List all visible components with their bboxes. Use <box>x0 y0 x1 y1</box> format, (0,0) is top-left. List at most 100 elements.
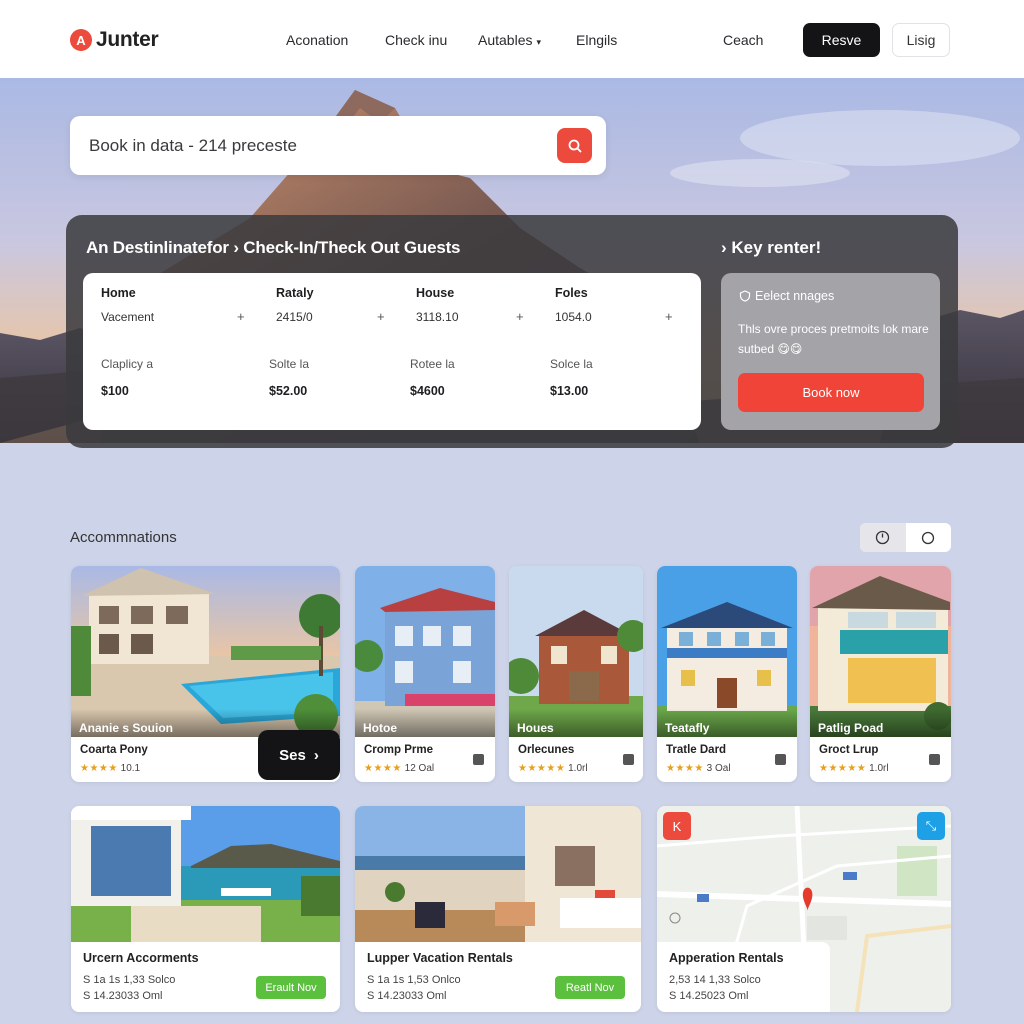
rental-meta-line1: S 1a 1s 1,53 Onlco <box>367 974 461 986</box>
column-price: $100 <box>101 384 129 398</box>
favorite-icon[interactable] <box>775 754 786 765</box>
price-column-rataly[interactable]: Rataly 2415/0 + Solte la $52.00 <box>269 273 411 430</box>
column-label: Solte la <box>269 357 310 371</box>
card-rating-value: 3 Oal <box>706 763 731 774</box>
card-rating-value: 12 Oal <box>404 763 435 774</box>
nav-link-elngils[interactable]: Elngils <box>576 32 617 48</box>
expand-map-icon[interactable]: ⤡ <box>917 812 945 840</box>
brand-name: Junter <box>96 28 159 51</box>
card-overlay-label: Ananie s Souion <box>79 721 174 735</box>
accommodation-card[interactable]: Houes Orlecunes ★★★★★ 1.0rl <box>509 566 643 782</box>
column-head: House <box>416 286 455 300</box>
card-overlay-label: Houes <box>517 721 554 735</box>
price-column-house[interactable]: House 3118.10 + Rotee la $4600 <box>410 273 550 430</box>
rental-meta-line2: S 14.25023 Oml <box>669 990 749 1002</box>
select-images-label: Eelect nnages <box>755 289 835 303</box>
view-toggle[interactable] <box>860 523 951 552</box>
collapse-map-icon[interactable]: K <box>663 812 691 840</box>
card-overlay-label: Patlig Poad <box>818 721 884 735</box>
shield-icon <box>739 290 751 302</box>
key-renter-card: Eelect nnages Thls ovre proces pretmoits… <box>721 273 940 430</box>
column-price: $52.00 <box>269 384 308 398</box>
column-sub: 3118.10 <box>416 310 459 324</box>
plus-icon[interactable]: + <box>516 309 524 324</box>
card-overlay-label: Hotoe <box>363 721 397 735</box>
see-button[interactable]: Ses › <box>258 730 340 780</box>
card-rating: ★★★★★ 1.0rl <box>518 763 588 774</box>
search-bar[interactable]: Book in data - 214 preceste <box>70 116 606 175</box>
book-now-button[interactable]: Book now <box>738 373 924 412</box>
nav-link-autables-label: Autables <box>478 32 533 48</box>
select-images-option[interactable]: Eelect nnages <box>739 289 834 303</box>
key-renter-description: Thls ovre proces pretmoits lok mare sutb… <box>738 322 929 356</box>
rental-meta-line2: S 14.23033 Oml <box>83 990 163 1002</box>
nav-link-check-inu[interactable]: Check inu <box>385 32 447 48</box>
card-rating: ★★★★ 3 Oal <box>666 763 731 774</box>
star-rating-icon: ★★★★ <box>666 763 704 774</box>
star-rating-icon: ★★★★★ <box>819 763 867 774</box>
bedroom-terrace-photo <box>355 806 641 942</box>
accommodation-card[interactable]: Hotoe Cromp Prme ★★★★ 12 Oal <box>355 566 495 782</box>
booking-panel: An Destinlinatefor › Check-In/Theck Out … <box>66 215 958 448</box>
card-title: Coarta Pony <box>80 744 148 756</box>
accommodation-card[interactable]: Teatafly Tratle Dard ★★★★ 3 Oal <box>657 566 797 782</box>
clock-icon <box>876 530 890 545</box>
nav-link-ceach[interactable]: Ceach <box>723 32 763 48</box>
star-rating-icon: ★★★★ <box>364 763 402 774</box>
favorite-icon[interactable] <box>623 754 634 765</box>
rental-meta-line1: 2,53 14 1,33 Solco <box>669 974 761 986</box>
price-column-home[interactable]: Home Vacement + Claplicy a $100 <box>101 273 245 430</box>
card-title: Orlecunes <box>518 744 575 756</box>
star-rating-icon: ★★★★ <box>80 763 118 774</box>
map-card[interactable]: K ⤡ Apperation Rentals 2,53 14 1,33 Solc… <box>657 806 951 1012</box>
ocean-villa-photo <box>71 806 340 942</box>
rental-card[interactable]: Urcern Accorments S 1a 1s 1,33 Solco S 1… <box>71 806 340 1012</box>
star-rating-icon: ★★★★★ <box>518 763 566 774</box>
clock-view-toggle[interactable] <box>860 523 906 552</box>
rental-meta-line2: S 14.23033 Oml <box>367 990 447 1002</box>
column-sub: 2415/0 <box>276 310 313 324</box>
search-input[interactable]: Book in data - 214 preceste <box>89 136 297 156</box>
column-sub: 1054.0 <box>555 310 592 324</box>
card-rating-value: 1.0rl <box>869 763 889 774</box>
rental-title: Lupper Vacation Rentals <box>367 951 513 965</box>
column-label: Claplicy a <box>101 357 154 371</box>
section-title: Accommnations <box>70 529 177 546</box>
card-overlay-label: Teatafly <box>665 721 710 735</box>
top-nav: A Junter Aconation Check inu Autables ▾ E… <box>0 0 1024 78</box>
circle-view-toggle[interactable] <box>906 523 952 552</box>
key-renter-title: › Key renter! <box>721 238 822 257</box>
column-head: Home <box>101 286 136 300</box>
column-label: Rotee la <box>410 357 455 371</box>
rental-card[interactable]: Lupper Vacation Rentals S 1a 1s 1,53 Onl… <box>355 806 641 1012</box>
column-sub: Vacement <box>101 310 155 324</box>
see-label: Ses <box>279 746 306 764</box>
logo[interactable]: A Junter <box>70 28 159 52</box>
accommodation-card[interactable]: Patlig Poad Groct Lrup ★★★★★ 1.0rl <box>810 566 951 782</box>
chevron-down-icon: ▾ <box>536 37 542 47</box>
card-rating: ★★★★★ 1.0rl <box>819 763 889 774</box>
rental-action-button[interactable]: Erault Nov <box>256 976 326 999</box>
column-price: $13.00 <box>550 384 589 398</box>
column-head: Foles <box>555 286 588 300</box>
search-button[interactable] <box>557 128 592 163</box>
nav-link-aconation[interactable]: Aconation <box>286 32 348 48</box>
column-head: Rataly <box>276 286 314 300</box>
card-rating: ★★★★ 12 Oal <box>364 763 434 774</box>
column-label: Solce la <box>550 357 593 371</box>
card-title: Tratle Dard <box>666 744 727 756</box>
reserve-button[interactable]: Resve <box>803 23 880 57</box>
logo-mark-icon: A <box>70 29 92 51</box>
rental-action-button[interactable]: Reatl Nov <box>555 976 625 999</box>
favorite-icon[interactable] <box>929 754 940 765</box>
plus-icon[interactable]: + <box>665 309 673 324</box>
column-price: $4600 <box>410 384 445 398</box>
price-column-foles[interactable]: Foles 1054.0 + Solce la $13.00 <box>550 273 690 430</box>
plus-icon[interactable]: + <box>377 309 385 324</box>
nav-link-autables[interactable]: Autables ▾ <box>478 32 541 48</box>
plus-icon[interactable]: + <box>237 309 245 324</box>
rental-meta-line1: S 1a 1s 1,33 Solco <box>83 974 176 986</box>
rental-title: Apperation Rentals <box>669 951 784 965</box>
login-button[interactable]: Lisig <box>892 23 950 57</box>
favorite-icon[interactable] <box>473 754 484 765</box>
